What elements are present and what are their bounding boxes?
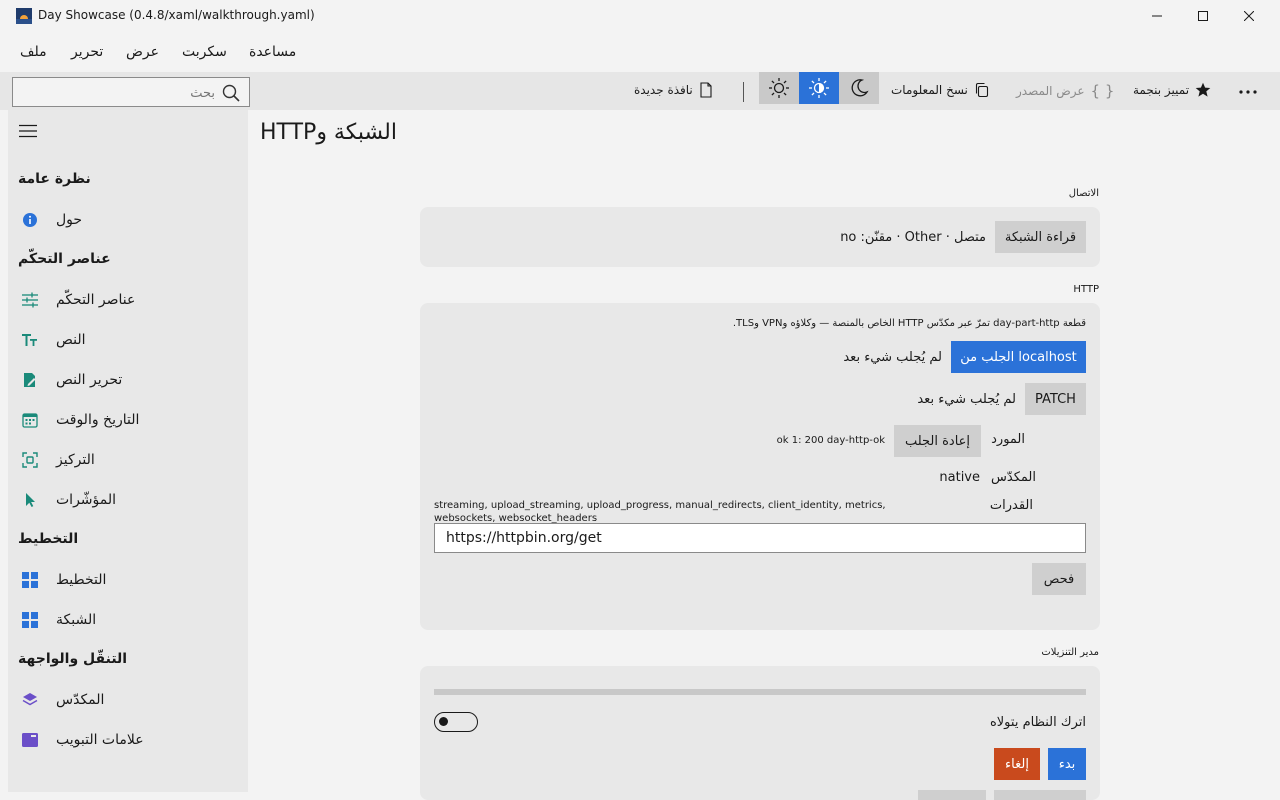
http-section-label: HTTP (1073, 284, 1099, 295)
more-button[interactable] (1238, 82, 1258, 102)
sidebar-section-overview: نظرة عامة (18, 171, 91, 187)
menu-edit[interactable]: تحرير (71, 44, 103, 60)
maximize-button[interactable] (1180, 0, 1226, 32)
star-label: تمييز بنجمة (1133, 83, 1190, 97)
patch-button[interactable]: PATCH (1025, 383, 1086, 415)
system-theme-icon (809, 78, 829, 98)
grid-icon (22, 612, 38, 628)
sidebar-item-text-edit[interactable]: تحرير النص (56, 372, 122, 388)
copy-info-button[interactable]: نسخ المعلومات (891, 82, 990, 98)
refetch-button[interactable]: إعادة الجلب (894, 425, 981, 457)
more-icon (1239, 90, 1257, 94)
sun-icon (769, 78, 789, 98)
tabs-icon (22, 732, 38, 748)
sidebar-section-layout: التخطيط (18, 531, 79, 547)
read-network-button[interactable]: قراءة الشبكة (995, 221, 1086, 253)
sidebar-item-stack[interactable]: المكدّس (56, 692, 104, 708)
sidebar-item-controls[interactable]: عناصر التحكّم (56, 292, 135, 308)
theme-light-button[interactable] (759, 72, 799, 104)
fetch-localhost-status: لم يُجلب شيء بعد (843, 350, 942, 365)
menu-file[interactable]: ملف (20, 44, 47, 60)
download-progress-bar (434, 689, 1086, 695)
downloads-section-label: مدير التنزيلات (1041, 647, 1099, 658)
sidebar-item-pointers[interactable]: المؤشّرات (56, 492, 116, 508)
theme-dark-button[interactable] (839, 72, 879, 104)
hamburger-icon (19, 124, 37, 138)
view-source-label: عرض المصدر (1016, 84, 1085, 98)
new-window-label: نافذة جديدة (634, 83, 693, 97)
resource-label: المورد (991, 432, 1025, 447)
focus-icon (22, 452, 38, 468)
edit-text-icon (22, 372, 38, 388)
view-source-button[interactable]: { } عرض المصدر (1016, 82, 1114, 100)
search-icon[interactable] (222, 84, 240, 102)
sidebar-item-layout[interactable]: التخطيط (56, 572, 106, 588)
search-box (12, 77, 250, 107)
menu-script[interactable]: سكربت (182, 44, 227, 60)
text-icon (22, 332, 38, 348)
hamburger-button[interactable] (19, 123, 37, 138)
sidebar-section-navigation: التنقّل والواجهة (18, 651, 128, 667)
theme-system-button[interactable] (799, 72, 839, 104)
menu-help[interactable]: مساعدة (249, 44, 296, 60)
window-title: Day Showcase (0.4.8/xaml/walkthrough.yam… (38, 8, 315, 22)
copy-icon (975, 82, 988, 98)
capabilities-label: القدرات (989, 498, 1033, 513)
capabilities-value: streaming, upload_streaming, upload_prog… (434, 500, 886, 524)
sidebar-section-controls: عناصر التحكّم (18, 251, 111, 267)
sidebar-item-focus[interactable]: التركيز (56, 452, 95, 468)
toolbar-divider (743, 82, 744, 102)
braces-icon: { } (1090, 82, 1115, 100)
new-window-icon (700, 82, 712, 98)
stack-label: المكدّس (991, 470, 1036, 485)
menu-view[interactable]: عرض (126, 44, 159, 60)
fetch-localhost-button[interactable]: الجلب من localhost (951, 341, 1086, 373)
system-handles-label: اترك النظام يتولاه (989, 715, 1086, 730)
partial-button-2[interactable] (994, 790, 1086, 800)
check-button[interactable]: فحص (1032, 563, 1086, 595)
http-description: قطعة day-part-http تمرّ عبر مكدّس HTTP ا… (732, 318, 1086, 329)
cancel-button[interactable]: إلغاء (994, 748, 1040, 780)
page-title: الشبكة وHTTP (260, 120, 397, 145)
minimize-button[interactable] (1134, 0, 1180, 32)
info-icon (22, 212, 38, 228)
toggle-knob (439, 717, 448, 726)
url-input[interactable] (434, 523, 1086, 553)
sidebar-item-text[interactable]: النص (56, 332, 86, 348)
partial-button[interactable] (918, 790, 986, 800)
connection-section-label: الاتصال (1068, 188, 1099, 199)
sidebar (8, 110, 248, 792)
sliders-icon (22, 292, 38, 308)
new-window-button[interactable]: نافذة جديدة (634, 82, 713, 98)
sidebar-item-tabs[interactable]: علامات التبويب (56, 732, 144, 748)
star-button[interactable]: تمييز بنجمة (1133, 82, 1211, 98)
layout-icon (22, 572, 38, 588)
resource-value: ok 1: 200 day-http-ok (776, 435, 885, 446)
app-icon (16, 8, 32, 24)
calendar-icon (22, 412, 38, 428)
start-button[interactable]: بدء (1048, 748, 1086, 780)
copy-info-label: نسخ المعلومات (891, 83, 968, 97)
close-button[interactable] (1226, 0, 1272, 32)
stack-icon (22, 692, 38, 708)
system-handles-toggle[interactable] (434, 712, 478, 732)
pointer-icon (22, 492, 38, 508)
connection-status: متصل · Other · مقنّن: no (840, 230, 986, 245)
sidebar-item-grid[interactable]: الشبكة (56, 612, 96, 628)
moon-icon (851, 79, 869, 97)
maximize-icon (1198, 11, 1208, 21)
search-input[interactable] (23, 83, 217, 103)
minimize-icon (1152, 15, 1162, 17)
sidebar-item-about[interactable]: حول (56, 212, 82, 228)
stack-value: native (939, 470, 980, 485)
patch-status: لم يُجلب شيء بعد (917, 392, 1016, 407)
sidebar-item-datetime[interactable]: التاريخ والوقت (56, 412, 139, 428)
close-icon (1244, 11, 1254, 21)
star-icon (1195, 82, 1211, 97)
